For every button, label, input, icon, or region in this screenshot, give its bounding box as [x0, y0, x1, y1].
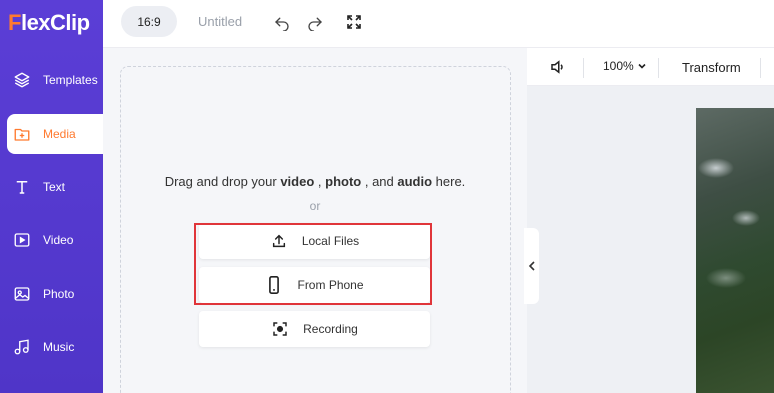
folder-plus-icon — [12, 124, 32, 144]
sidebar-item-text[interactable]: Text — [7, 167, 103, 207]
drop-instructions: Drag and drop your video , photo , and a… — [164, 174, 466, 189]
toolbar-separator — [658, 58, 659, 78]
redo-icon[interactable] — [304, 11, 326, 33]
project-title[interactable]: Untitled — [198, 14, 242, 29]
video-preview[interactable] — [696, 108, 774, 393]
sidebar-item-label: Photo — [43, 287, 75, 301]
chevron-left-icon — [527, 260, 537, 272]
toolbar-separator — [583, 58, 584, 78]
collapse-panel-button[interactable] — [524, 228, 539, 304]
logo-letter-f: F — [8, 10, 21, 35]
volume-icon[interactable] — [547, 56, 569, 78]
sidebar-item-templates[interactable]: Templates — [7, 60, 103, 100]
fullscreen-icon[interactable] — [343, 11, 365, 33]
music-note-icon — [12, 337, 32, 357]
highlight-annotation — [194, 223, 432, 305]
zoom-dropdown[interactable]: 100% — [603, 59, 647, 73]
text-t-icon — [12, 177, 32, 197]
video-play-icon — [12, 230, 32, 250]
sidebar-item-label: Video — [43, 233, 74, 247]
sidebar: FlexClip Templates Media Text Video Phot… — [0, 0, 103, 393]
chevron-down-icon — [637, 61, 647, 71]
toolbar-separator — [760, 58, 761, 78]
sidebar-item-label: Templates — [43, 73, 98, 87]
transform-button[interactable]: Transform — [682, 60, 741, 75]
aspect-ratio-button[interactable]: 16:9 — [121, 6, 177, 37]
button-label: Recording — [303, 322, 358, 336]
canvas-toolbar: 100% Transform — [527, 48, 774, 86]
layers-icon — [12, 70, 32, 90]
media-panel: Drag and drop your video , photo , and a… — [103, 48, 527, 393]
sidebar-item-video[interactable]: Video — [7, 220, 103, 260]
top-toolbar: 16:9 Untitled — [103, 0, 774, 48]
zoom-value: 100% — [603, 59, 634, 73]
sidebar-item-photo[interactable]: Photo — [7, 274, 103, 314]
sidebar-item-music[interactable]: Music — [7, 327, 103, 367]
sidebar-item-media[interactable]: Media — [7, 114, 103, 154]
flexclip-logo[interactable]: FlexClip — [8, 10, 90, 36]
or-divider: or — [309, 199, 321, 213]
sidebar-item-label: Media — [43, 127, 76, 141]
sidebar-item-label: Music — [43, 340, 75, 354]
record-icon — [271, 320, 289, 338]
sidebar-item-label: Text — [43, 180, 66, 194]
image-icon — [12, 284, 32, 304]
undo-icon[interactable] — [271, 11, 293, 33]
recording-button[interactable]: Recording — [199, 311, 430, 347]
logo-text: lexClip — [20, 10, 90, 35]
